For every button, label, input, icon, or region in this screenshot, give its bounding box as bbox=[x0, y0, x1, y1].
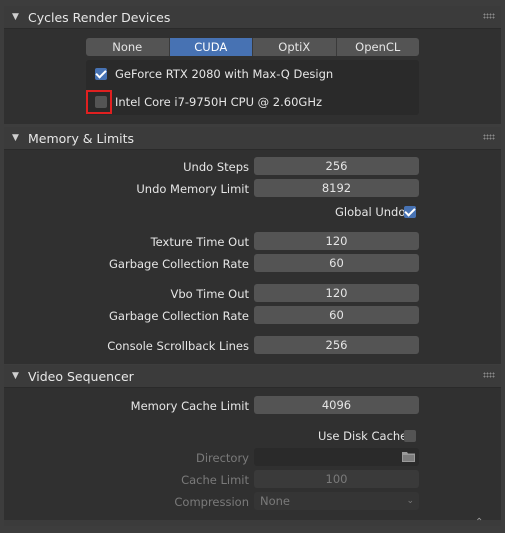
vbo-timeout-label: Vbo Time Out bbox=[170, 287, 249, 301]
directory-label: Directory bbox=[195, 451, 249, 465]
drag-grip-icon[interactable] bbox=[483, 372, 495, 378]
tab-cuda[interactable]: CUDA bbox=[169, 38, 253, 56]
collapse-triangle-icon[interactable]: ▼ bbox=[12, 371, 20, 381]
texture-timeout-label: Texture Time Out bbox=[150, 235, 249, 249]
panel-title: Cycles Render Devices bbox=[28, 9, 171, 25]
compression-select[interactable]: None ⌄ bbox=[254, 492, 419, 510]
collapse-triangle-icon[interactable]: ▼ bbox=[12, 12, 20, 22]
drag-grip-icon[interactable] bbox=[483, 134, 495, 140]
scroll-up-icon[interactable]: ⌃ bbox=[475, 517, 483, 528]
undo-memory-label: Undo Memory Limit bbox=[136, 182, 249, 196]
global-undo-label: Global Undo bbox=[335, 205, 406, 219]
console-scrollback-field[interactable]: 256 bbox=[254, 336, 419, 354]
sequencer-header[interactable]: ▼ Video Sequencer bbox=[4, 365, 501, 388]
sequencer-panel bbox=[4, 386, 501, 520]
memory-cache-limit-field[interactable]: 4096 bbox=[254, 396, 419, 414]
device-type-selector: None CUDA OptiX OpenCL bbox=[86, 38, 419, 56]
global-undo-checkbox[interactable] bbox=[404, 206, 416, 218]
undo-steps-field[interactable]: 256 bbox=[254, 157, 419, 175]
vbo-gc-rate-label: Garbage Collection Rate bbox=[109, 309, 249, 323]
gpu-device-checkbox[interactable] bbox=[95, 68, 107, 80]
drag-grip-icon[interactable] bbox=[483, 13, 495, 19]
memory-cache-limit-label: Memory Cache Limit bbox=[130, 399, 249, 413]
folder-icon[interactable] bbox=[402, 451, 415, 462]
panel-title: Video Sequencer bbox=[28, 368, 134, 384]
directory-field[interactable] bbox=[254, 448, 419, 466]
bottom-bar bbox=[4, 520, 501, 526]
panel-title: Memory & Limits bbox=[28, 130, 135, 146]
vbo-gc-rate-field[interactable]: 60 bbox=[254, 306, 419, 324]
compression-label: Compression bbox=[174, 495, 249, 509]
gpu-device-label: GeForce RTX 2080 with Max-Q Design bbox=[115, 67, 334, 81]
memory-panel bbox=[4, 148, 501, 364]
highlight-box bbox=[86, 90, 112, 114]
texture-timeout-field[interactable]: 120 bbox=[254, 232, 419, 250]
gc-rate-label: Garbage Collection Rate bbox=[109, 257, 249, 271]
console-scrollback-label: Console Scrollback Lines bbox=[107, 339, 249, 353]
disk-cache-limit-label: Cache Limit bbox=[181, 473, 249, 487]
compression-value: None bbox=[260, 494, 291, 508]
use-disk-cache-label: Use Disk Cache bbox=[318, 429, 408, 443]
tab-opencl[interactable]: OpenCL bbox=[337, 38, 420, 56]
undo-memory-field[interactable]: 8192 bbox=[254, 179, 419, 197]
use-disk-cache-checkbox[interactable] bbox=[404, 430, 416, 442]
gc-rate-field[interactable]: 60 bbox=[254, 254, 419, 272]
cpu-device-label: Intel Core i7-9750H CPU @ 2.60GHz bbox=[115, 95, 323, 109]
undo-steps-label: Undo Steps bbox=[183, 160, 249, 174]
collapse-triangle-icon[interactable]: ▼ bbox=[12, 133, 20, 143]
tab-optix[interactable]: OptiX bbox=[253, 38, 337, 56]
disk-cache-limit-field[interactable]: 100 bbox=[254, 470, 419, 488]
chevron-down-icon: ⌄ bbox=[406, 496, 414, 506]
cycles-header[interactable]: ▼ Cycles Render Devices bbox=[4, 6, 501, 29]
vbo-timeout-field[interactable]: 120 bbox=[254, 284, 419, 302]
tab-none[interactable]: None bbox=[86, 38, 170, 56]
memory-header[interactable]: ▼ Memory & Limits bbox=[4, 127, 501, 150]
